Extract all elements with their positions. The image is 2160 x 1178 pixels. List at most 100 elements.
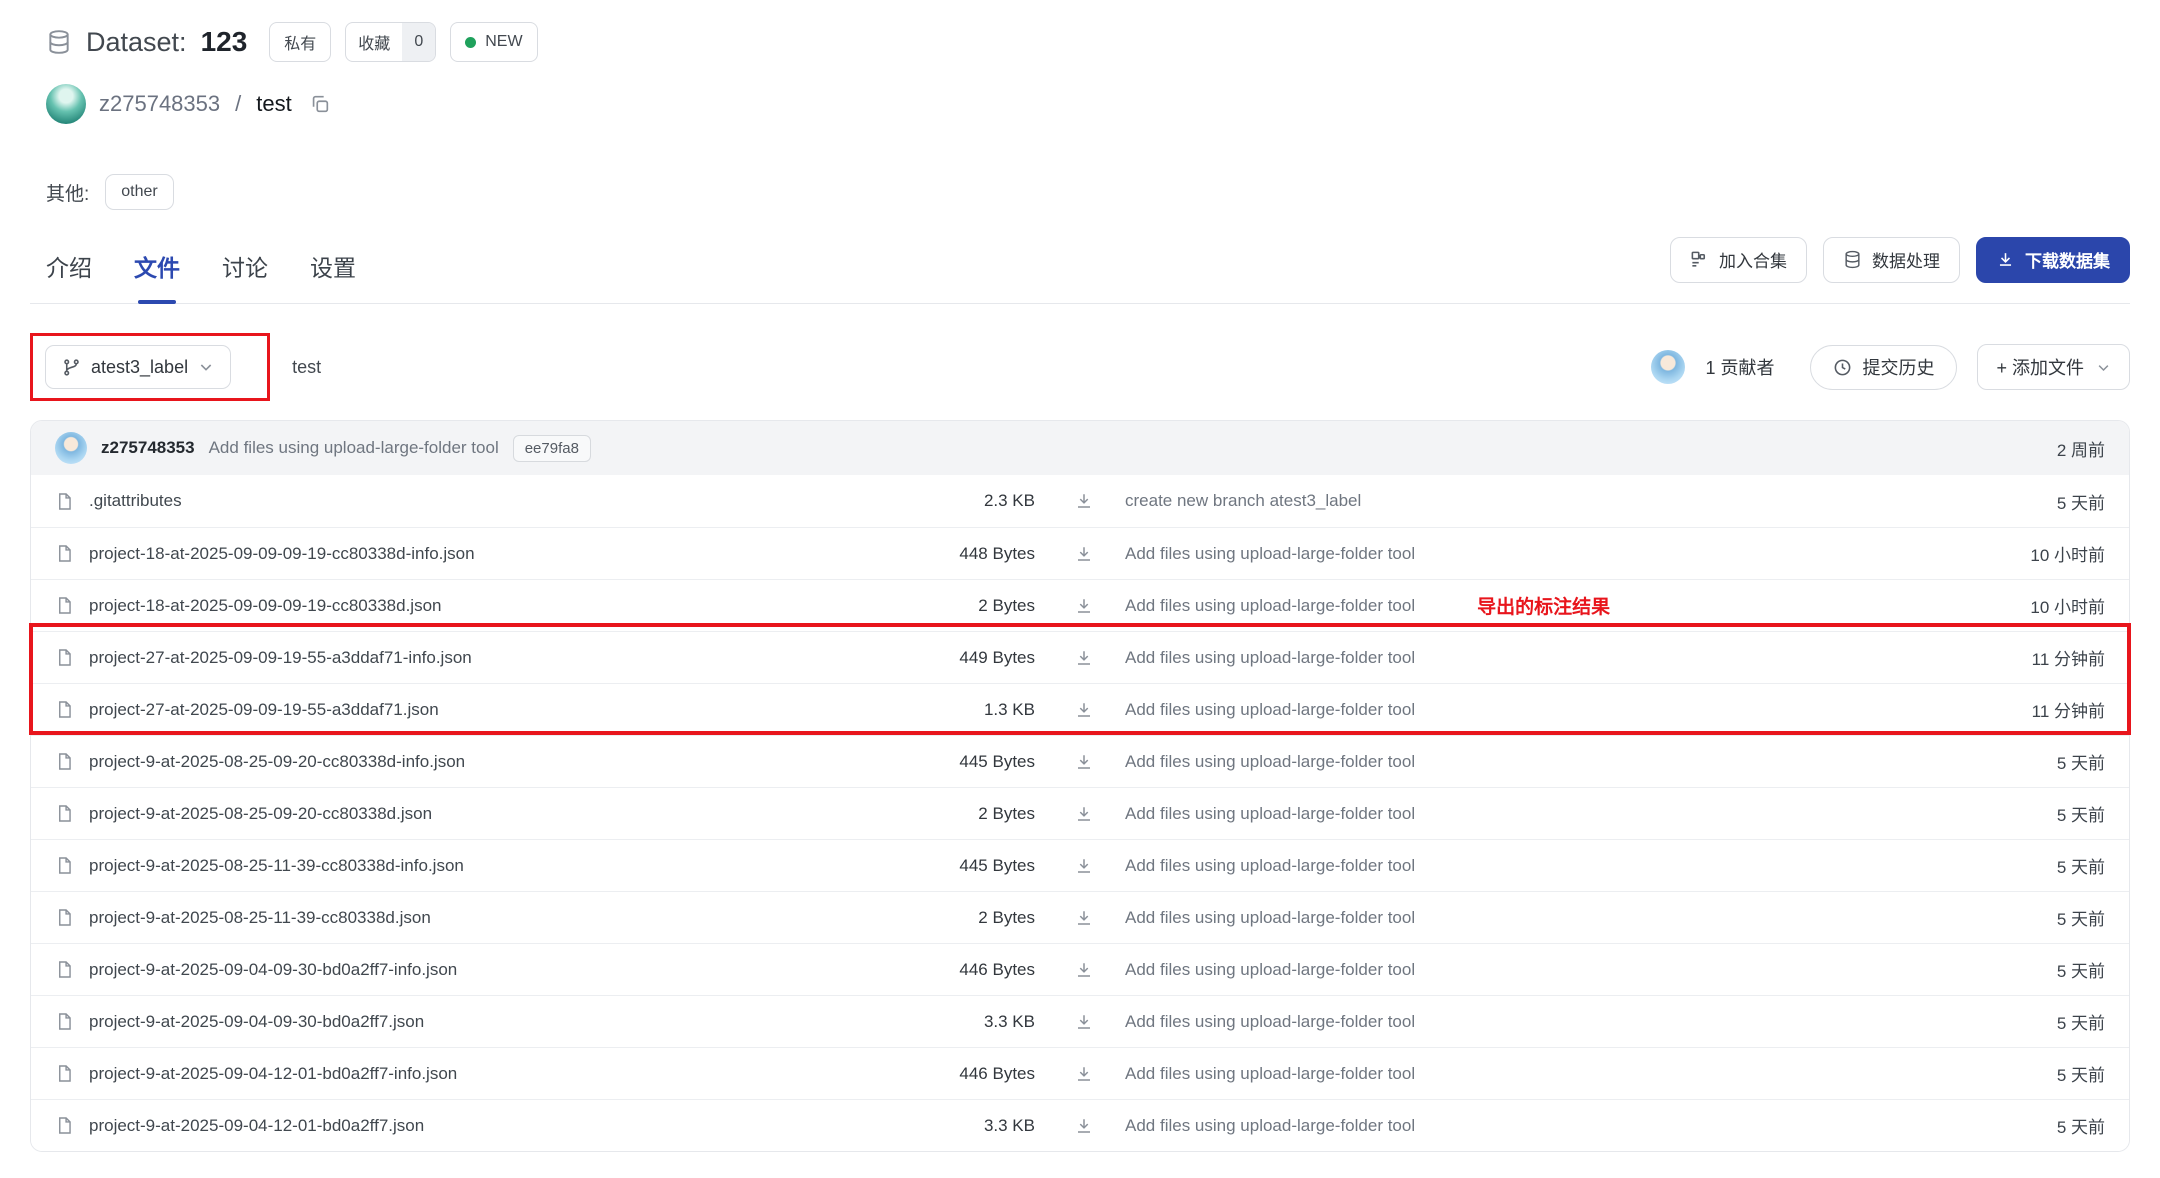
download-cell <box>1035 857 1099 875</box>
contributors-link[interactable]: 1 贡献者 <box>1705 354 1774 380</box>
commit-history-label: 提交历史 <box>1862 354 1934 380</box>
table-row: project-9-at-2025-09-04-12-01-bd0a2ff7.j… <box>31 1099 2129 1151</box>
tabs: 介绍 文件 讨论 设置 <box>46 228 356 303</box>
avatar[interactable] <box>46 84 86 124</box>
add-file-label: + 添加文件 <box>1996 354 2084 380</box>
tab-settings[interactable]: 设置 <box>310 228 356 303</box>
repo-link[interactable]: test <box>256 91 291 117</box>
database-icon <box>1843 250 1862 269</box>
download-icon[interactable] <box>1075 1013 1093 1031</box>
copy-icon[interactable] <box>309 93 331 115</box>
file-name-cell: project-27-at-2025-09-09-19-55-a3ddaf71.… <box>55 700 885 720</box>
file-commit-message[interactable]: Add files using upload-large-folder tool <box>1125 804 1415 824</box>
last-commit-bar: z275748353 Add files using upload-large-… <box>31 421 2129 475</box>
file-commit-message[interactable]: Add files using upload-large-folder tool <box>1125 1116 1415 1136</box>
tag-other[interactable]: other <box>105 174 173 210</box>
file-name-link[interactable]: project-9-at-2025-09-04-09-30-bd0a2ff7-i… <box>89 960 457 980</box>
commit-message[interactable]: Add files using upload-large-folder tool <box>209 438 499 458</box>
download-icon[interactable] <box>1075 1117 1093 1135</box>
file-time: 5 天前 <box>1955 801 2105 826</box>
download-cell <box>1035 753 1099 771</box>
branch-selector[interactable]: atest3_label <box>45 345 231 389</box>
file-commit-message[interactable]: Add files using upload-large-folder tool <box>1125 908 1415 928</box>
file-time: 5 天前 <box>1955 1009 2105 1034</box>
download-dataset-button[interactable]: 下载数据集 <box>1976 237 2130 283</box>
file-commit-message[interactable]: create new branch atest3_label <box>1125 491 1361 511</box>
tab-intro[interactable]: 介绍 <box>46 228 92 303</box>
favorite-badge[interactable]: 收藏 0 <box>345 22 436 62</box>
download-cell <box>1035 909 1099 927</box>
file-size: 2 Bytes <box>885 596 1035 616</box>
download-icon[interactable] <box>1075 545 1093 563</box>
file-size: 1.3 KB <box>885 700 1035 720</box>
committer-name[interactable]: z275748353 <box>101 438 195 458</box>
download-icon[interactable] <box>1075 597 1093 615</box>
commit-message-cell: Add files using upload-large-folder tool <box>1099 648 1955 668</box>
commit-message-cell: Add files using upload-large-folder tool <box>1099 544 1955 564</box>
file-name-link[interactable]: project-27-at-2025-09-09-19-55-a3ddaf71-… <box>89 648 472 668</box>
download-icon[interactable] <box>1075 701 1093 719</box>
file-size: 445 Bytes <box>885 752 1035 772</box>
download-icon[interactable] <box>1075 492 1093 510</box>
file-name-link[interactable]: project-9-at-2025-08-25-09-20-cc80338d.j… <box>89 804 432 824</box>
file-icon <box>55 1064 74 1083</box>
download-icon[interactable] <box>1075 649 1093 667</box>
file-name-link[interactable]: project-9-at-2025-09-04-12-01-bd0a2ff7-i… <box>89 1064 457 1084</box>
tab-discussion[interactable]: 讨论 <box>222 228 268 303</box>
file-commit-message[interactable]: Add files using upload-large-folder tool <box>1125 1012 1415 1032</box>
download-icon[interactable] <box>1075 753 1093 771</box>
download-icon[interactable] <box>1075 805 1093 823</box>
file-commit-message[interactable]: Add files using upload-large-folder tool <box>1125 1064 1415 1084</box>
table-row: project-9-at-2025-08-25-09-20-cc80338d-i… <box>31 735 2129 787</box>
file-time: 5 天前 <box>1955 905 2105 930</box>
file-name-link[interactable]: project-9-at-2025-09-04-12-01-bd0a2ff7.j… <box>89 1116 424 1136</box>
download-icon[interactable] <box>1075 961 1093 979</box>
contributor-avatar[interactable] <box>1651 350 1685 384</box>
file-time: 10 小时前 <box>1955 593 2105 618</box>
commit-history-button[interactable]: 提交历史 <box>1810 345 1957 390</box>
commit-message-cell: Add files using upload-large-folder tool <box>1099 960 1955 980</box>
file-commit-message[interactable]: Add files using upload-large-folder tool <box>1125 544 1415 564</box>
file-commit-message[interactable]: Add files using upload-large-folder tool <box>1125 856 1415 876</box>
file-commit-message[interactable]: Add files using upload-large-folder tool <box>1125 700 1415 720</box>
file-icon <box>55 648 74 667</box>
download-icon <box>1996 250 2015 269</box>
file-name-link[interactable]: .gitattributes <box>89 491 182 511</box>
file-name-link[interactable]: project-9-at-2025-08-25-11-39-cc80338d-i… <box>89 856 464 876</box>
chevron-down-icon <box>2096 360 2111 375</box>
new-badge: NEW <box>450 22 537 62</box>
data-processing-label: 数据处理 <box>1872 247 1940 272</box>
download-icon[interactable] <box>1075 909 1093 927</box>
file-time: 5 天前 <box>1955 957 2105 982</box>
download-icon[interactable] <box>1075 1065 1093 1083</box>
commit-message-cell: Add files using upload-large-folder tool <box>1099 804 1955 824</box>
file-commit-message[interactable]: Add files using upload-large-folder tool <box>1125 960 1415 980</box>
commit-hash-badge[interactable]: ee79fa8 <box>513 435 591 462</box>
file-commit-message[interactable]: Add files using upload-large-folder tool <box>1125 648 1415 668</box>
add-file-button[interactable]: + 添加文件 <box>1977 344 2130 390</box>
file-time: 5 天前 <box>1955 489 2105 514</box>
tab-files[interactable]: 文件 <box>134 228 180 303</box>
commit-message-cell: Add files using upload-large-folder tool <box>1099 1012 1955 1032</box>
owner-link[interactable]: z275748353 <box>99 91 220 117</box>
file-icon <box>55 908 74 927</box>
file-name-link[interactable]: project-9-at-2025-08-25-09-20-cc80338d-i… <box>89 752 465 772</box>
data-processing-button[interactable]: 数据处理 <box>1823 237 1960 283</box>
file-commit-message[interactable]: Add files using upload-large-folder tool <box>1125 596 1415 616</box>
file-size: 448 Bytes <box>885 544 1035 564</box>
favorite-count: 0 <box>402 23 435 61</box>
add-to-collection-button[interactable]: 加入合集 <box>1670 237 1807 283</box>
file-commit-message[interactable]: Add files using upload-large-folder tool <box>1125 752 1415 772</box>
file-name-link[interactable]: project-18-at-2025-09-09-09-19-cc80338d.… <box>89 596 442 616</box>
committer-avatar[interactable] <box>55 432 87 464</box>
file-name-link[interactable]: project-27-at-2025-09-09-19-55-a3ddaf71.… <box>89 700 439 720</box>
download-cell <box>1035 961 1099 979</box>
file-name-link[interactable]: project-18-at-2025-09-09-09-19-cc80338d-… <box>89 544 475 564</box>
breadcrumb[interactable]: test <box>292 357 321 378</box>
file-time: 5 天前 <box>1955 1113 2105 1138</box>
file-rows: .gitattributes 2.3 KB create new branch … <box>31 475 2129 1151</box>
file-name-link[interactable]: project-9-at-2025-09-04-09-30-bd0a2ff7.j… <box>89 1012 424 1032</box>
commit-message-cell: Add files using upload-large-folder tool <box>1099 856 1955 876</box>
file-name-link[interactable]: project-9-at-2025-08-25-11-39-cc80338d.j… <box>89 908 431 928</box>
download-icon[interactable] <box>1075 857 1093 875</box>
